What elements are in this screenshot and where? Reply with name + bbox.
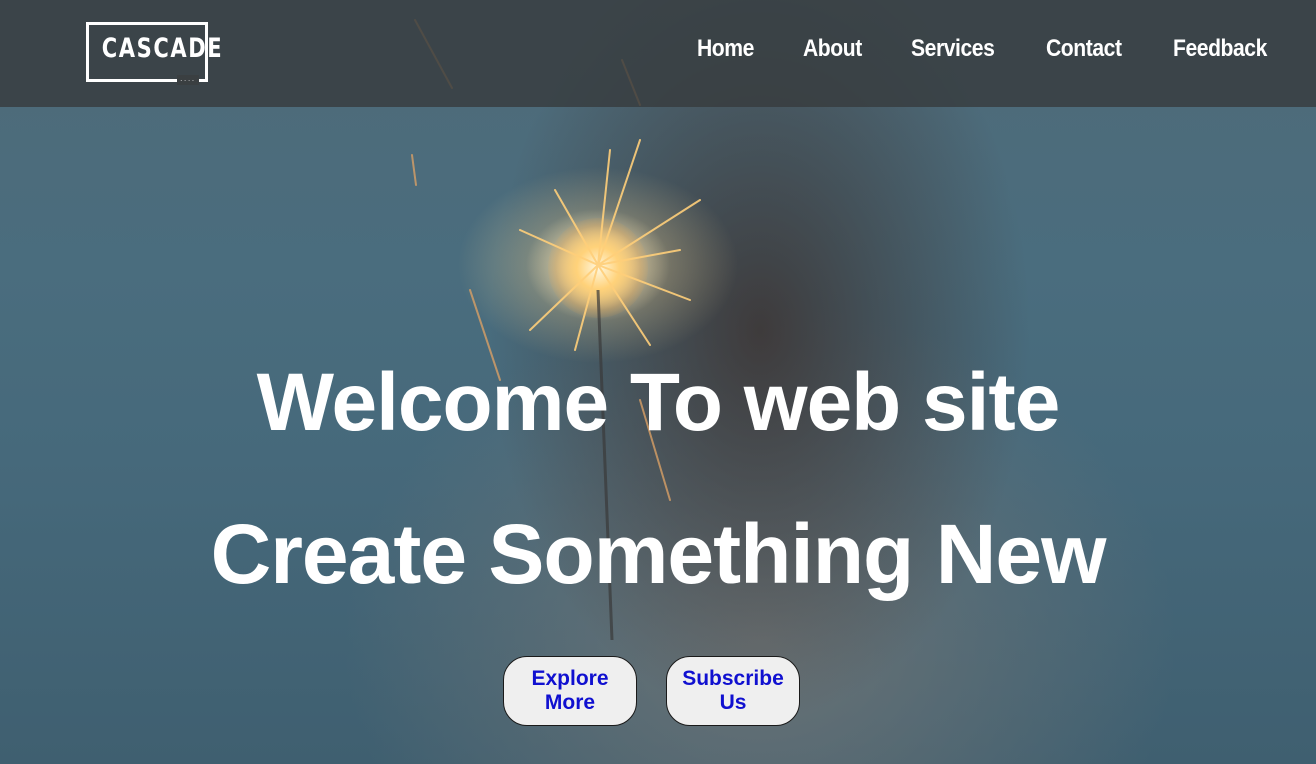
logo-text: CASCADE (101, 33, 224, 64)
nav-services-link[interactable]: Services (911, 32, 995, 66)
nav-home-link[interactable]: Home (697, 32, 754, 66)
subscribe-button[interactable]: Subscribe Us (666, 656, 800, 726)
explore-more-button[interactable]: Explore More (503, 656, 637, 726)
hero-section: CASCADE .... Home About Services Contact… (0, 0, 1316, 764)
navbar: CASCADE .... Home About Services Contact… (0, 0, 1316, 107)
nav-feedback-link[interactable]: Feedback (1173, 32, 1267, 66)
hero-subheadline: Create Something New (210, 507, 1107, 601)
nav-about-link[interactable]: About (803, 32, 862, 66)
nav-links: Home About Services Contact Feedback (697, 32, 1280, 66)
hero-headline: Welcome To web site (256, 357, 1061, 448)
nav-contact-link[interactable]: Contact (1046, 32, 1122, 66)
logo[interactable]: CASCADE .... (86, 22, 224, 85)
logo-subtext: .... (177, 75, 199, 85)
